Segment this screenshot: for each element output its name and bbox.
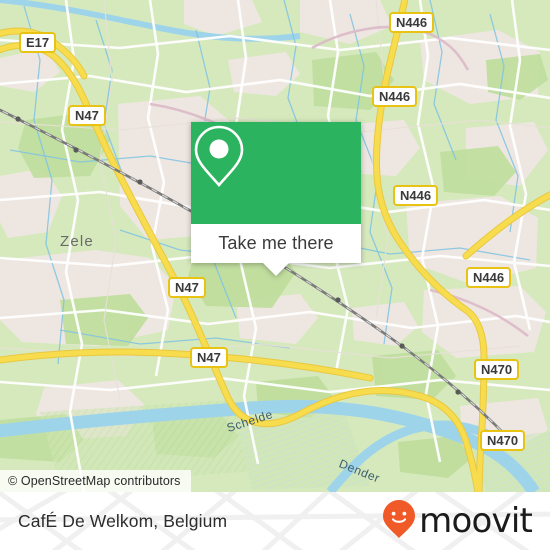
callout-action-label: Take me there: [218, 233, 334, 253]
footer-place-title: CafÉ De Welkom, Belgium: [18, 510, 228, 531]
road-shield-n446[interactable]: N446: [389, 12, 435, 33]
road-shield-n446[interactable]: N446: [393, 185, 439, 206]
road-shield-n470[interactable]: N470: [474, 359, 520, 380]
road-shield-e17[interactable]: E17: [19, 32, 57, 53]
callout-icon-area: [191, 122, 361, 224]
road-shield-n47[interactable]: N47: [190, 347, 228, 368]
footer-bar: CafÉ De Welkom, Belgium moovit: [0, 492, 550, 550]
callout-action-area[interactable]: Take me there: [191, 224, 361, 276]
road-shield-n446[interactable]: N446: [372, 86, 418, 107]
moovit-map-screenshot: Zele Schelde Dender E17 N47 N446 N446 N446 N4…: [0, 0, 550, 550]
place-label-zele: Zele: [60, 233, 94, 250]
moovit-logo[interactable]: moovit: [382, 499, 533, 544]
moovit-wordmark: moovit: [419, 501, 533, 541]
take-me-there-callout[interactable]: Take me there: [191, 122, 361, 276]
road-shield-n446[interactable]: N446: [466, 267, 512, 288]
callout-tail-icon: [262, 262, 290, 276]
road-shield-n470[interactable]: N470: [480, 430, 526, 451]
map-canvas[interactable]: Zele Schelde Dender E17 N47 N446 N446 N446 N4…: [0, 0, 550, 492]
osm-attribution[interactable]: © OpenStreetMap contributors: [0, 470, 191, 492]
moovit-pin-smiley-icon: [382, 499, 416, 544]
road-shield-n47[interactable]: N47: [168, 277, 206, 298]
road-shield-n47[interactable]: N47: [68, 105, 106, 126]
